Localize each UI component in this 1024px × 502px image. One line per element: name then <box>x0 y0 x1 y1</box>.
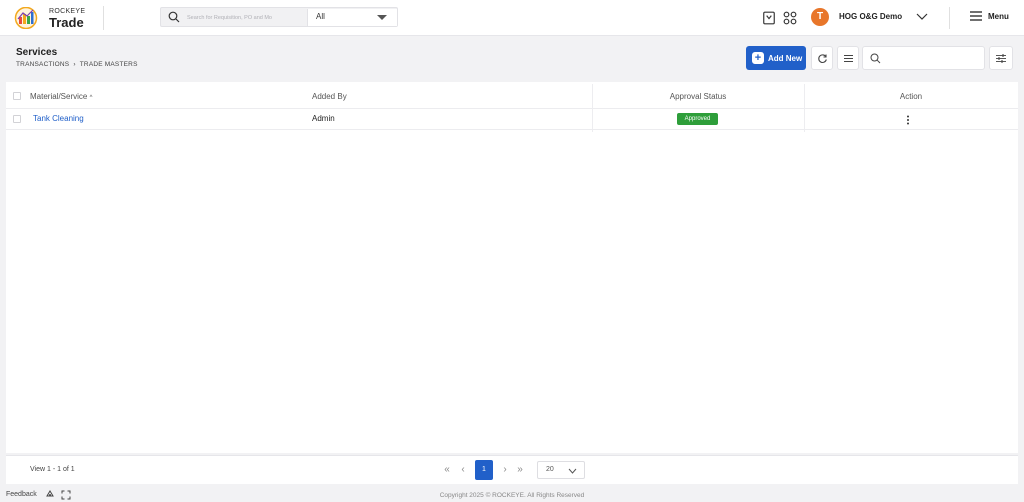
grid-search <box>862 46 985 70</box>
sort-asc-icon: ^ <box>89 95 93 101</box>
list-view-button[interactable] <box>837 46 859 70</box>
column-header-action: Action <box>899 92 923 101</box>
chevron-down-icon[interactable] <box>916 11 928 21</box>
page-number-current[interactable]: 1 <box>475 460 493 480</box>
column-header-label: Material/Service <box>30 92 88 101</box>
grid-search-input[interactable] <box>887 51 981 66</box>
page-title: Services <box>16 47 58 58</box>
row-checkbox[interactable] <box>13 115 21 123</box>
list-icon <box>844 55 853 62</box>
copyright-text: Copyright 2025 © ROCKEYE. All Rights Res… <box>439 492 585 499</box>
column-header-added-by[interactable]: Added By <box>312 84 347 109</box>
more-actions-icon[interactable] <box>906 115 910 125</box>
brand-top-text: ROCKEYE <box>49 8 86 15</box>
filter-settings-button[interactable] <box>989 46 1013 70</box>
bookmark-icon[interactable] <box>762 11 776 25</box>
hamburger-icon <box>970 11 982 21</box>
user-name[interactable]: HOG O&G Demo <box>839 12 902 21</box>
brand-name: Trade <box>49 15 84 30</box>
search-scope-select[interactable]: All <box>307 9 397 26</box>
rockeye-logo-icon <box>14 7 38 29</box>
page-size-select[interactable]: 20 <box>537 461 585 479</box>
material-service-link[interactable]: Tank Cleaning <box>33 109 84 129</box>
menu-label: Menu <box>988 12 1009 21</box>
breadcrumb: TRANSACTIONS › TRADE MASTERS <box>16 61 138 68</box>
breadcrumb-item[interactable]: TRADE MASTERS <box>80 61 138 68</box>
refresh-icon <box>818 54 827 63</box>
last-page-icon[interactable]: » <box>514 464 526 476</box>
breadcrumb-separator: › <box>71 61 78 68</box>
added-by-cell: Admin <box>312 114 335 123</box>
page-size-value: 20 <box>546 466 554 473</box>
status-badge: Approved <box>677 113 718 125</box>
breadcrumb-item[interactable]: TRANSACTIONS <box>16 61 69 68</box>
prev-page-icon[interactable]: ‹ <box>457 464 469 476</box>
search-icon <box>870 53 881 64</box>
sliders-icon <box>996 54 1006 63</box>
user-avatar[interactable]: T <box>811 8 829 26</box>
record-count: View 1 - 1 of 1 <box>30 466 75 473</box>
column-header-approval-status[interactable]: Approval Status <box>592 84 804 109</box>
global-search: All <box>160 7 398 27</box>
search-icon[interactable] <box>168 11 180 23</box>
plus-icon: + <box>752 52 764 64</box>
select-all-checkbox[interactable] <box>13 92 21 100</box>
add-new-button[interactable]: + Add New <box>746 46 806 70</box>
top-bar: ROCKEYE Trade All T HOG O&G Demo <box>0 0 1024 36</box>
chevron-down-icon <box>568 468 577 474</box>
add-new-label: Add New <box>768 54 803 63</box>
refresh-button[interactable] <box>811 46 833 70</box>
divider <box>103 6 104 30</box>
services-grid: Material/Service ^ Added By Approval Sta… <box>6 82 1018 453</box>
search-input[interactable] <box>187 10 287 25</box>
divider <box>949 7 950 29</box>
caret-down-icon <box>377 15 387 20</box>
table-row: Tank Cleaning Admin Approved <box>6 109 1018 130</box>
brand-logo[interactable]: ROCKEYE Trade <box>14 6 94 30</box>
next-page-icon[interactable]: › <box>499 464 511 476</box>
status-bar: Feedback Copyright 2025 © ROCKEYE. All R… <box>0 488 1024 502</box>
search-scope-value: All <box>316 12 325 21</box>
pagination-bar: View 1 - 1 of 1 « ‹ 1 › » 20 <box>6 455 1018 484</box>
apps-grid-icon[interactable] <box>783 11 797 25</box>
column-header-material[interactable]: Material/Service ^ <box>30 84 92 109</box>
first-page-icon[interactable]: « <box>441 464 453 476</box>
grid-header-row: Material/Service ^ Added By Approval Sta… <box>6 84 1018 109</box>
